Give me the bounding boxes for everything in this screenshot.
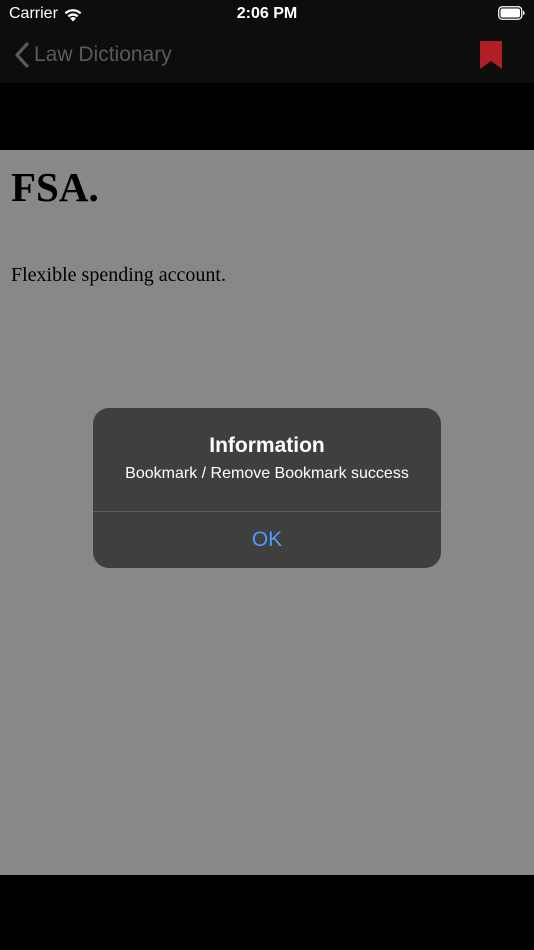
alert-title: Information bbox=[209, 434, 325, 457]
screen: Carrier 2:06 PM Law Dictionary FSA. Flex… bbox=[0, 0, 534, 950]
status-time: 2:06 PM bbox=[236, 5, 298, 22]
footer-spacer bbox=[0, 875, 534, 950]
back-button[interactable]: Law Dictionary bbox=[14, 39, 172, 71]
alert-message: Bookmark / Remove Bookmark success bbox=[125, 465, 409, 482]
back-button-label: Law Dictionary bbox=[34, 43, 172, 66]
entry-definition: Flexible spending account. bbox=[11, 264, 226, 286]
navigation-bar: Law Dictionary bbox=[0, 28, 534, 83]
alert-ok-button[interactable]: OK bbox=[93, 512, 441, 568]
battery-icon bbox=[498, 6, 525, 20]
bookmark-icon[interactable] bbox=[480, 41, 502, 69]
entry-term: FSA. bbox=[11, 164, 99, 210]
header-spacer bbox=[0, 83, 534, 150]
information-alert: Information Bookmark / Remove Bookmark s… bbox=[93, 408, 441, 568]
status-bar: Carrier 2:06 PM bbox=[0, 0, 534, 28]
chevron-left-icon bbox=[15, 42, 29, 68]
